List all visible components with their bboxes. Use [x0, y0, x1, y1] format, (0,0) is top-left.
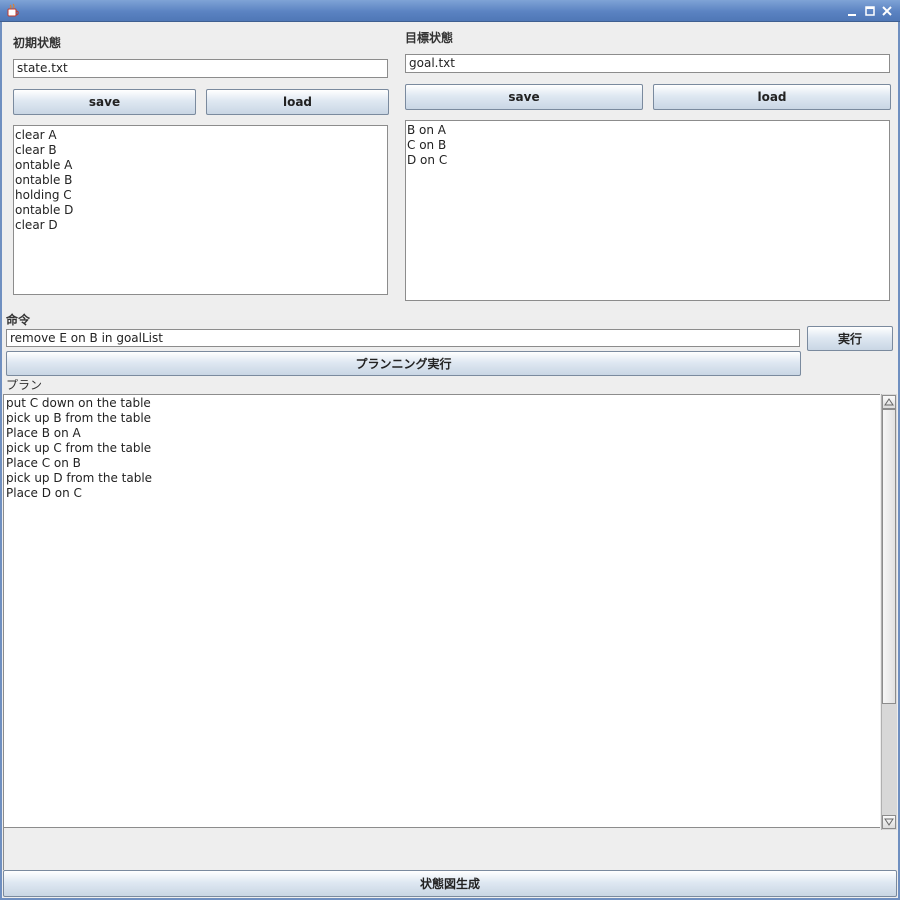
list-item: ontable B — [15, 173, 73, 187]
goal-state-filename-input[interactable]: goal.txt — [405, 54, 890, 73]
goal-state-save-button[interactable]: save — [405, 84, 643, 110]
list-item: C on B — [407, 138, 447, 152]
command-label: 命令 — [6, 313, 31, 327]
initial-state-load-button[interactable]: load — [206, 89, 389, 115]
window-frame-left — [0, 22, 2, 900]
java-cup-icon — [5, 3, 21, 19]
goal-state-label: 目標状態 — [405, 31, 454, 45]
initial-state-save-button[interactable]: save — [13, 89, 196, 115]
list-item: ontable D — [15, 203, 74, 217]
list-item: clear A — [15, 128, 57, 142]
scroll-thumb[interactable] — [882, 409, 896, 704]
plan-label: プラン — [6, 378, 43, 392]
plan-area-gap — [3, 828, 880, 870]
plan-step: Place B on A — [6, 426, 81, 440]
minimize-button[interactable] — [844, 3, 860, 19]
list-item: ontable A — [15, 158, 73, 172]
planning-execute-button[interactable]: プランニング実行 — [6, 351, 801, 376]
initial-state-label: 初期状態 — [13, 36, 62, 50]
command-input[interactable]: remove E on B in goalList — [6, 329, 800, 347]
goal-state-load-button[interactable]: load — [653, 84, 891, 110]
title-bar[interactable] — [0, 0, 900, 22]
list-item: holding C — [15, 188, 72, 202]
list-item: B on A — [407, 123, 447, 137]
close-button[interactable] — [879, 3, 895, 19]
list-item: D on C — [407, 153, 448, 167]
maximize-button[interactable] — [862, 3, 878, 19]
plan-step: Place C on B — [6, 456, 81, 470]
scroll-up-arrow-icon[interactable] — [882, 395, 896, 409]
plan-step: pick up C from the table — [6, 441, 152, 455]
plan-step: Place D on C — [6, 486, 82, 500]
initial-state-filename-input[interactable]: state.txt — [13, 59, 388, 78]
plan-step: put C down on the table — [6, 396, 151, 410]
execute-button[interactable]: 実行 — [807, 326, 893, 351]
plan-step: pick up D from the table — [6, 471, 153, 485]
initial-state-list[interactable]: clear A clear B ontable A ontable B hold… — [13, 125, 388, 295]
scroll-down-arrow-icon[interactable] — [882, 815, 896, 829]
goal-state-list[interactable]: B on A C on B D on C — [405, 120, 890, 301]
list-item: clear B — [15, 143, 57, 157]
generate-state-diagram-button[interactable]: 状態図生成 — [3, 870, 897, 897]
plan-text-area[interactable]: put C down on the table pick up B from t… — [3, 394, 880, 828]
plan-step: pick up B from the table — [6, 411, 152, 425]
list-item: clear D — [15, 218, 58, 232]
